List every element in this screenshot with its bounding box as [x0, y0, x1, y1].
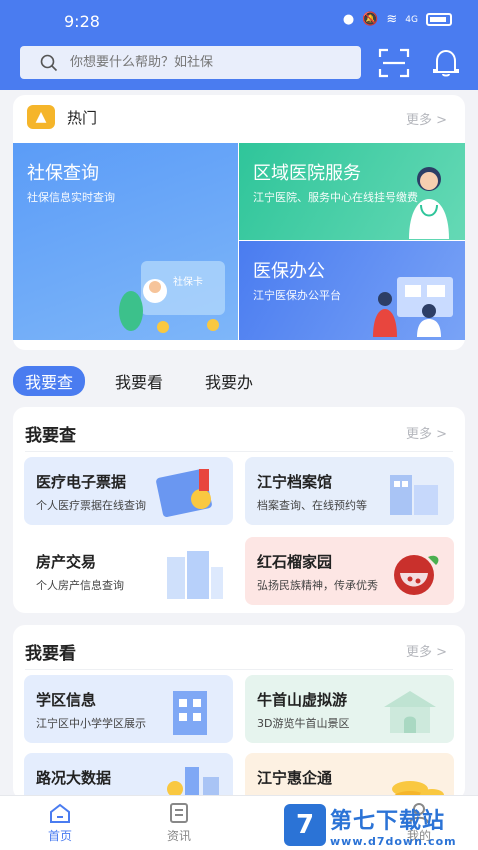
- item-title: 房产交易: [36, 553, 97, 571]
- hot-card: ▲ 热门 更多 > 社保查询 社保信息实时查询 社保卡 区域医院服务 江宁医院、…: [13, 95, 465, 350]
- archive-building-illustration: [390, 475, 438, 515]
- item-subtitle: 江宁区中小学学区展示: [36, 717, 146, 730]
- bell-icon[interactable]: [430, 48, 462, 78]
- tile-medical-insurance[interactable]: 医保办公 江宁医保办公平台: [239, 241, 465, 340]
- section-title: 我要看: [25, 644, 76, 664]
- battery-icon: [426, 13, 452, 26]
- tab-handle[interactable]: 我要办: [193, 366, 265, 396]
- tab-view[interactable]: 我要看: [103, 366, 175, 396]
- temple-illustration: [384, 691, 436, 733]
- item-subtitle: 个人医疗票据在线查询: [36, 499, 146, 512]
- section-divider: [25, 669, 453, 670]
- doctor-illustration: [409, 167, 449, 239]
- hot-more-link[interactable]: 更多 >: [406, 109, 447, 128]
- tile-hospital-service[interactable]: 区域医院服务 江宁医院、服务中心在线挂号缴费: [239, 143, 465, 240]
- category-tabs: 我要查 我要看 我要办: [13, 366, 265, 396]
- watermark-logo: 7: [284, 804, 326, 846]
- item-title: 红石榴家园: [257, 553, 333, 571]
- search-box[interactable]: [20, 46, 361, 79]
- location-icon: ●: [342, 12, 355, 27]
- status-time: 9:28: [64, 12, 100, 31]
- section-query: 我要查 更多 > 医疗电子票据 个人医疗票据在线查询 江宁档案馆 档案查询、在线…: [13, 407, 465, 613]
- tile-title: 社保查询: [27, 163, 99, 184]
- mute-icon: 🔕: [362, 12, 379, 27]
- tile-subtitle: 江宁医保办公平台: [253, 289, 341, 302]
- medical-office-illustration: [373, 277, 453, 337]
- watermark-title: 第七下载站: [330, 808, 446, 834]
- school-illustration: [173, 691, 207, 735]
- item-title: 学区信息: [36, 691, 97, 709]
- tab-query[interactable]: 我要查: [13, 366, 86, 396]
- tile-subtitle: 江宁医院、服务中心在线挂号缴费: [253, 191, 418, 204]
- nav-home[interactable]: 首页: [25, 802, 95, 844]
- item-subtitle: 弘扬民族精神，传承优秀: [257, 579, 378, 592]
- item-title: 牛首山虚拟游: [257, 691, 348, 709]
- watermark: 7 第七下载站 www.d7down.com: [284, 800, 478, 850]
- tile-title: 医保办公: [253, 261, 325, 282]
- watermark-text: 第七下载站 www.d7down.com: [330, 803, 457, 848]
- section-view: 我要看 更多 > 学区信息 江宁区中小学学区展示 牛首山虚拟游 3D游览牛首山景…: [13, 625, 465, 821]
- section-title: 我要查: [25, 426, 76, 446]
- nav-label: 资讯: [166, 829, 191, 843]
- wifi-icon: ≋: [386, 12, 398, 27]
- item-title: 江宁惠企通: [257, 769, 333, 787]
- buildings-illustration: [167, 551, 223, 599]
- pomegranate-icon: [394, 555, 439, 595]
- item-title: 路况大数据: [36, 769, 112, 787]
- nav-label: 首页: [47, 829, 72, 843]
- item-real-estate[interactable]: 房产交易 个人房产信息查询: [24, 537, 233, 605]
- tile-subtitle: 社保信息实时查询: [27, 191, 115, 204]
- home-icon: [50, 803, 70, 823]
- signal-label: 4G: [405, 14, 418, 25]
- receipt-illustration: [156, 468, 212, 518]
- tile-title: 区域医院服务: [253, 163, 361, 184]
- watermark-url: www.d7down.com: [330, 834, 457, 848]
- search-icon: [40, 54, 58, 71]
- hot-title: 热门: [67, 108, 98, 127]
- item-title: 江宁档案馆: [257, 473, 333, 491]
- tile-social-security[interactable]: 社保查询 社保信息实时查询 社保卡: [13, 143, 238, 340]
- section-more-link[interactable]: 更多 >: [406, 423, 447, 442]
- top-bar: [0, 44, 478, 90]
- search-input[interactable]: [70, 55, 330, 70]
- section-more-link[interactable]: 更多 >: [406, 641, 447, 660]
- scan-icon[interactable]: [378, 48, 410, 78]
- item-title: 医疗电子票据: [36, 473, 127, 491]
- item-niushou-mountain[interactable]: 牛首山虚拟游 3D游览牛首山景区: [245, 675, 454, 743]
- item-archive[interactable]: 江宁档案馆 档案查询、在线预约等: [245, 457, 454, 525]
- card-badge: 社保卡: [173, 275, 203, 288]
- status-icons: ● 🔕 ≋ 4G: [343, 12, 452, 27]
- section-divider: [25, 451, 453, 452]
- item-school-district[interactable]: 学区信息 江宁区中小学学区展示: [24, 675, 233, 743]
- item-medical-receipt[interactable]: 医疗电子票据 个人医疗票据在线查询: [24, 457, 233, 525]
- hot-header: ▲ 热门: [27, 105, 97, 129]
- item-subtitle: 个人房产信息查询: [36, 579, 124, 592]
- nav-news[interactable]: 资讯: [144, 802, 214, 844]
- item-pomegranate-home[interactable]: 红石榴家园 弘扬民族精神，传承优秀: [245, 537, 454, 605]
- fire-icon: ▲: [27, 105, 55, 129]
- news-icon: [170, 803, 188, 823]
- item-subtitle: 档案查询、在线预约等: [257, 499, 367, 512]
- item-subtitle: 3D游览牛首山景区: [257, 717, 350, 730]
- social-security-card-illustration: 社保卡: [119, 261, 225, 333]
- status-bar: 9:28 ● 🔕 ≋ 4G: [0, 0, 478, 44]
